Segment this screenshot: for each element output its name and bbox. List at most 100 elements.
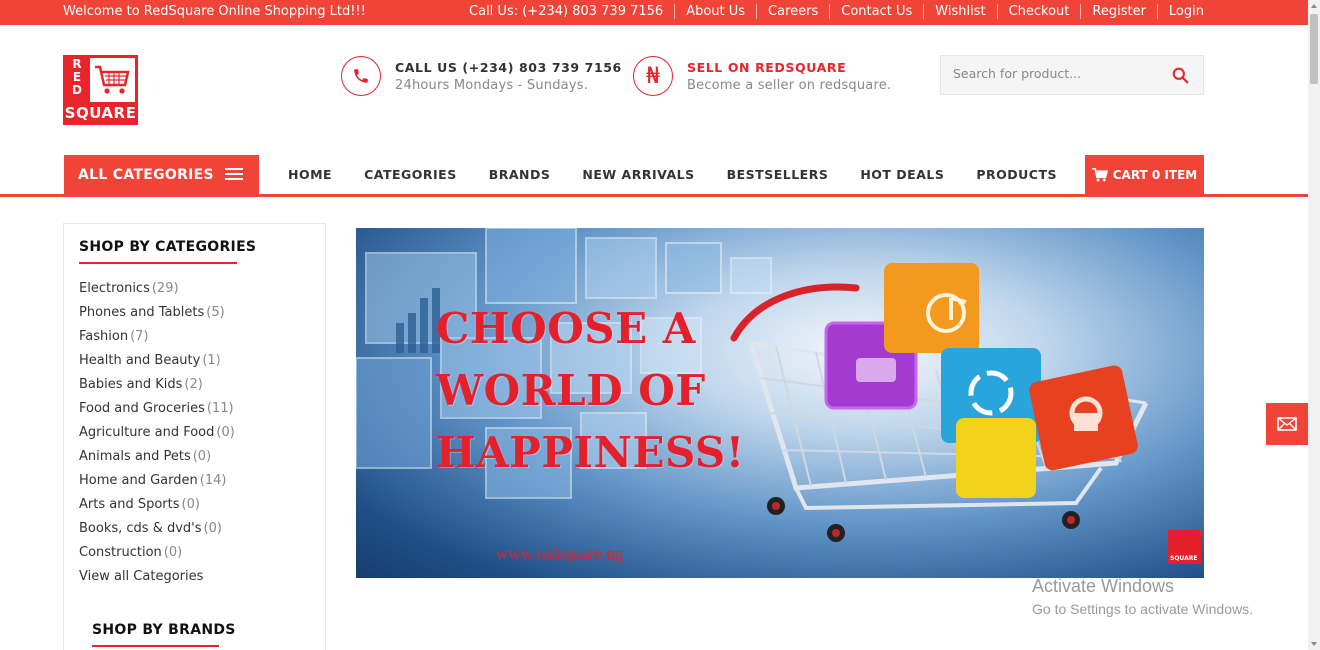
- view-all-categories-link[interactable]: View all Categories: [79, 568, 235, 592]
- category-count: (0): [203, 521, 222, 536]
- category-name: Books, cds & dvd's: [79, 521, 202, 536]
- category-count: (0): [216, 425, 235, 440]
- category-item[interactable]: Agriculture and Food (0): [79, 424, 235, 448]
- category-count: (0): [163, 545, 183, 560]
- contact-us-link[interactable]: Contact Us: [829, 4, 923, 19]
- naira-symbol: ₦: [646, 63, 660, 89]
- call-us-link[interactable]: Call Us: (+234) 803 739 7156: [458, 4, 674, 19]
- top-bar: Welcome to RedSquare Online Shopping Ltd…: [0, 0, 1308, 25]
- category-name: Electronics: [79, 281, 150, 296]
- banner-url: www.redsquare.ng: [496, 544, 624, 563]
- careers-link[interactable]: Careers: [756, 4, 829, 19]
- logo-cart-icon: [90, 58, 135, 102]
- category-item[interactable]: Arts and Sports (0): [79, 496, 235, 520]
- category-item[interactable]: Construction (0): [79, 544, 235, 568]
- login-link[interactable]: Login: [1156, 4, 1204, 19]
- heading-underline: [79, 262, 237, 264]
- top-links: Call Us: (+234) 803 739 7156 About Us Ca…: [458, 4, 1204, 19]
- sell-subtitle: Become a seller on redsquare.: [687, 77, 892, 93]
- category-name: Arts and Sports: [79, 497, 180, 512]
- cart-button[interactable]: CART 0 ITEM: [1085, 155, 1204, 195]
- hero-banner[interactable]: CHOOSE A WORLD OF HAPPINESS! www.redsqua…: [356, 228, 1204, 578]
- sell-block[interactable]: ₦ SELL ON REDSQUARE Become a seller on r…: [633, 56, 891, 96]
- all-categories-button[interactable]: ALL CATEGORIES: [64, 155, 259, 195]
- category-item[interactable]: Home and Garden (14): [79, 472, 235, 496]
- logo-red-text: RED: [72, 57, 82, 97]
- nav-brands[interactable]: BRANDS: [473, 167, 567, 182]
- site-logo[interactable]: RED SQUARE: [63, 55, 138, 125]
- wishlist-link[interactable]: Wishlist: [923, 4, 996, 19]
- all-categories-label: ALL CATEGORIES: [78, 167, 214, 183]
- category-name: Agriculture and Food: [79, 425, 215, 440]
- category-name: Phones and Tablets: [79, 305, 205, 320]
- nav-categories[interactable]: CATEGORIES: [348, 167, 473, 182]
- call-us-title: CALL US (+234) 803 739 7156: [395, 59, 622, 75]
- call-us-block: CALL US (+234) 803 739 7156 24hours Mond…: [341, 56, 622, 96]
- category-list: Electronics (29) Phones and Tablets (5) Fa…: [79, 280, 235, 592]
- phone-icon: [341, 56, 381, 96]
- about-us-link[interactable]: About Us: [674, 4, 756, 19]
- activate-windows-subtitle: Go to Settings to activate Windows.: [1032, 601, 1253, 617]
- nav-products[interactable]: PRODUCTS: [960, 167, 1073, 182]
- main-menu: HOME CATEGORIES BRANDS NEW ARRIVALS BEST…: [272, 167, 1073, 182]
- category-count: (5): [206, 305, 225, 320]
- category-count: (7): [130, 329, 149, 344]
- scroll-down-arrow[interactable]: [1311, 642, 1317, 646]
- category-count: (0): [192, 449, 212, 464]
- naira-icon: ₦: [633, 56, 673, 96]
- cart-icon: [1091, 168, 1108, 182]
- category-name: Animals and Pets: [79, 449, 191, 464]
- category-sidebar: SHOP BY CATEGORIES Electronics (29) Phone…: [63, 223, 326, 650]
- nav-hot-deals[interactable]: HOT DEALS: [844, 167, 960, 182]
- banner-mini-logo: SQUARE: [1168, 530, 1201, 564]
- banner-headline-line: WORLD OF: [436, 366, 706, 415]
- category-item[interactable]: Health and Beauty (1): [79, 352, 235, 376]
- category-item[interactable]: Fashion (7): [79, 328, 235, 352]
- scroll-up-arrow[interactable]: [1311, 4, 1317, 8]
- category-count: (0): [181, 497, 200, 512]
- cart-label: CART 0 ITEM: [1112, 168, 1198, 182]
- nav-bestsellers[interactable]: BESTSELLERS: [711, 167, 845, 182]
- scroll-thumb[interactable]: [1310, 14, 1318, 84]
- mail-icon: [1277, 417, 1297, 431]
- welcome-text: Welcome to RedSquare Online Shopping Ltd…: [63, 4, 366, 19]
- nav-home[interactable]: HOME: [272, 167, 348, 182]
- search-box: [940, 55, 1204, 95]
- category-item[interactable]: Food and Groceries (11): [79, 400, 235, 424]
- register-link[interactable]: Register: [1080, 4, 1157, 19]
- category-count: (11): [206, 401, 234, 416]
- category-item[interactable]: Books, cds & dvd's (0): [79, 520, 235, 544]
- category-item[interactable]: Electronics (29): [79, 280, 235, 304]
- sell-title[interactable]: SELL ON REDSQUARE: [687, 60, 891, 75]
- category-item[interactable]: Animals and Pets (0): [79, 448, 235, 472]
- category-count: (14): [199, 473, 227, 488]
- category-name: Home and Garden: [79, 473, 198, 488]
- shop-by-brands-heading: SHOP BY BRANDS: [92, 622, 236, 638]
- category-name: Babies and Kids: [79, 377, 183, 392]
- banner-headline: CHOOSE A WORLD OF HAPPINESS!: [436, 298, 745, 484]
- search-icon[interactable]: [1172, 67, 1189, 88]
- category-name: Fashion: [79, 329, 129, 344]
- hamburger-icon: [225, 168, 243, 181]
- category-count: (2): [184, 377, 203, 392]
- call-us-subtitle: 24hours Mondays - Sundays.: [395, 77, 589, 93]
- nav-new-arrivals[interactable]: NEW ARRIVALS: [566, 167, 710, 182]
- mail-button[interactable]: [1266, 403, 1308, 445]
- activate-windows-title: Activate Windows: [1032, 576, 1175, 596]
- vertical-scrollbar[interactable]: [1308, 0, 1320, 650]
- shop-by-categories-heading: SHOP BY CATEGORIES: [79, 239, 257, 255]
- category-name: Food and Groceries: [79, 401, 205, 416]
- checkout-link[interactable]: Checkout: [996, 4, 1081, 19]
- category-count: (1): [202, 353, 221, 368]
- category-name: Construction: [79, 545, 162, 560]
- category-count: (29): [151, 281, 179, 296]
- banner-headline-line: HAPPINESS!: [436, 428, 745, 477]
- search-input[interactable]: [953, 66, 1163, 81]
- logo-word: SQUARE: [64, 104, 137, 122]
- category-name: Health and Beauty: [79, 353, 201, 368]
- banner-mini-logo-text: SQUARE: [1170, 555, 1198, 562]
- banner-headline-line: CHOOSE A: [436, 304, 696, 353]
- brands-underline: [92, 645, 219, 647]
- category-item[interactable]: Babies and Kids (2): [79, 376, 235, 400]
- category-item[interactable]: Phones and Tablets (5): [79, 304, 235, 328]
